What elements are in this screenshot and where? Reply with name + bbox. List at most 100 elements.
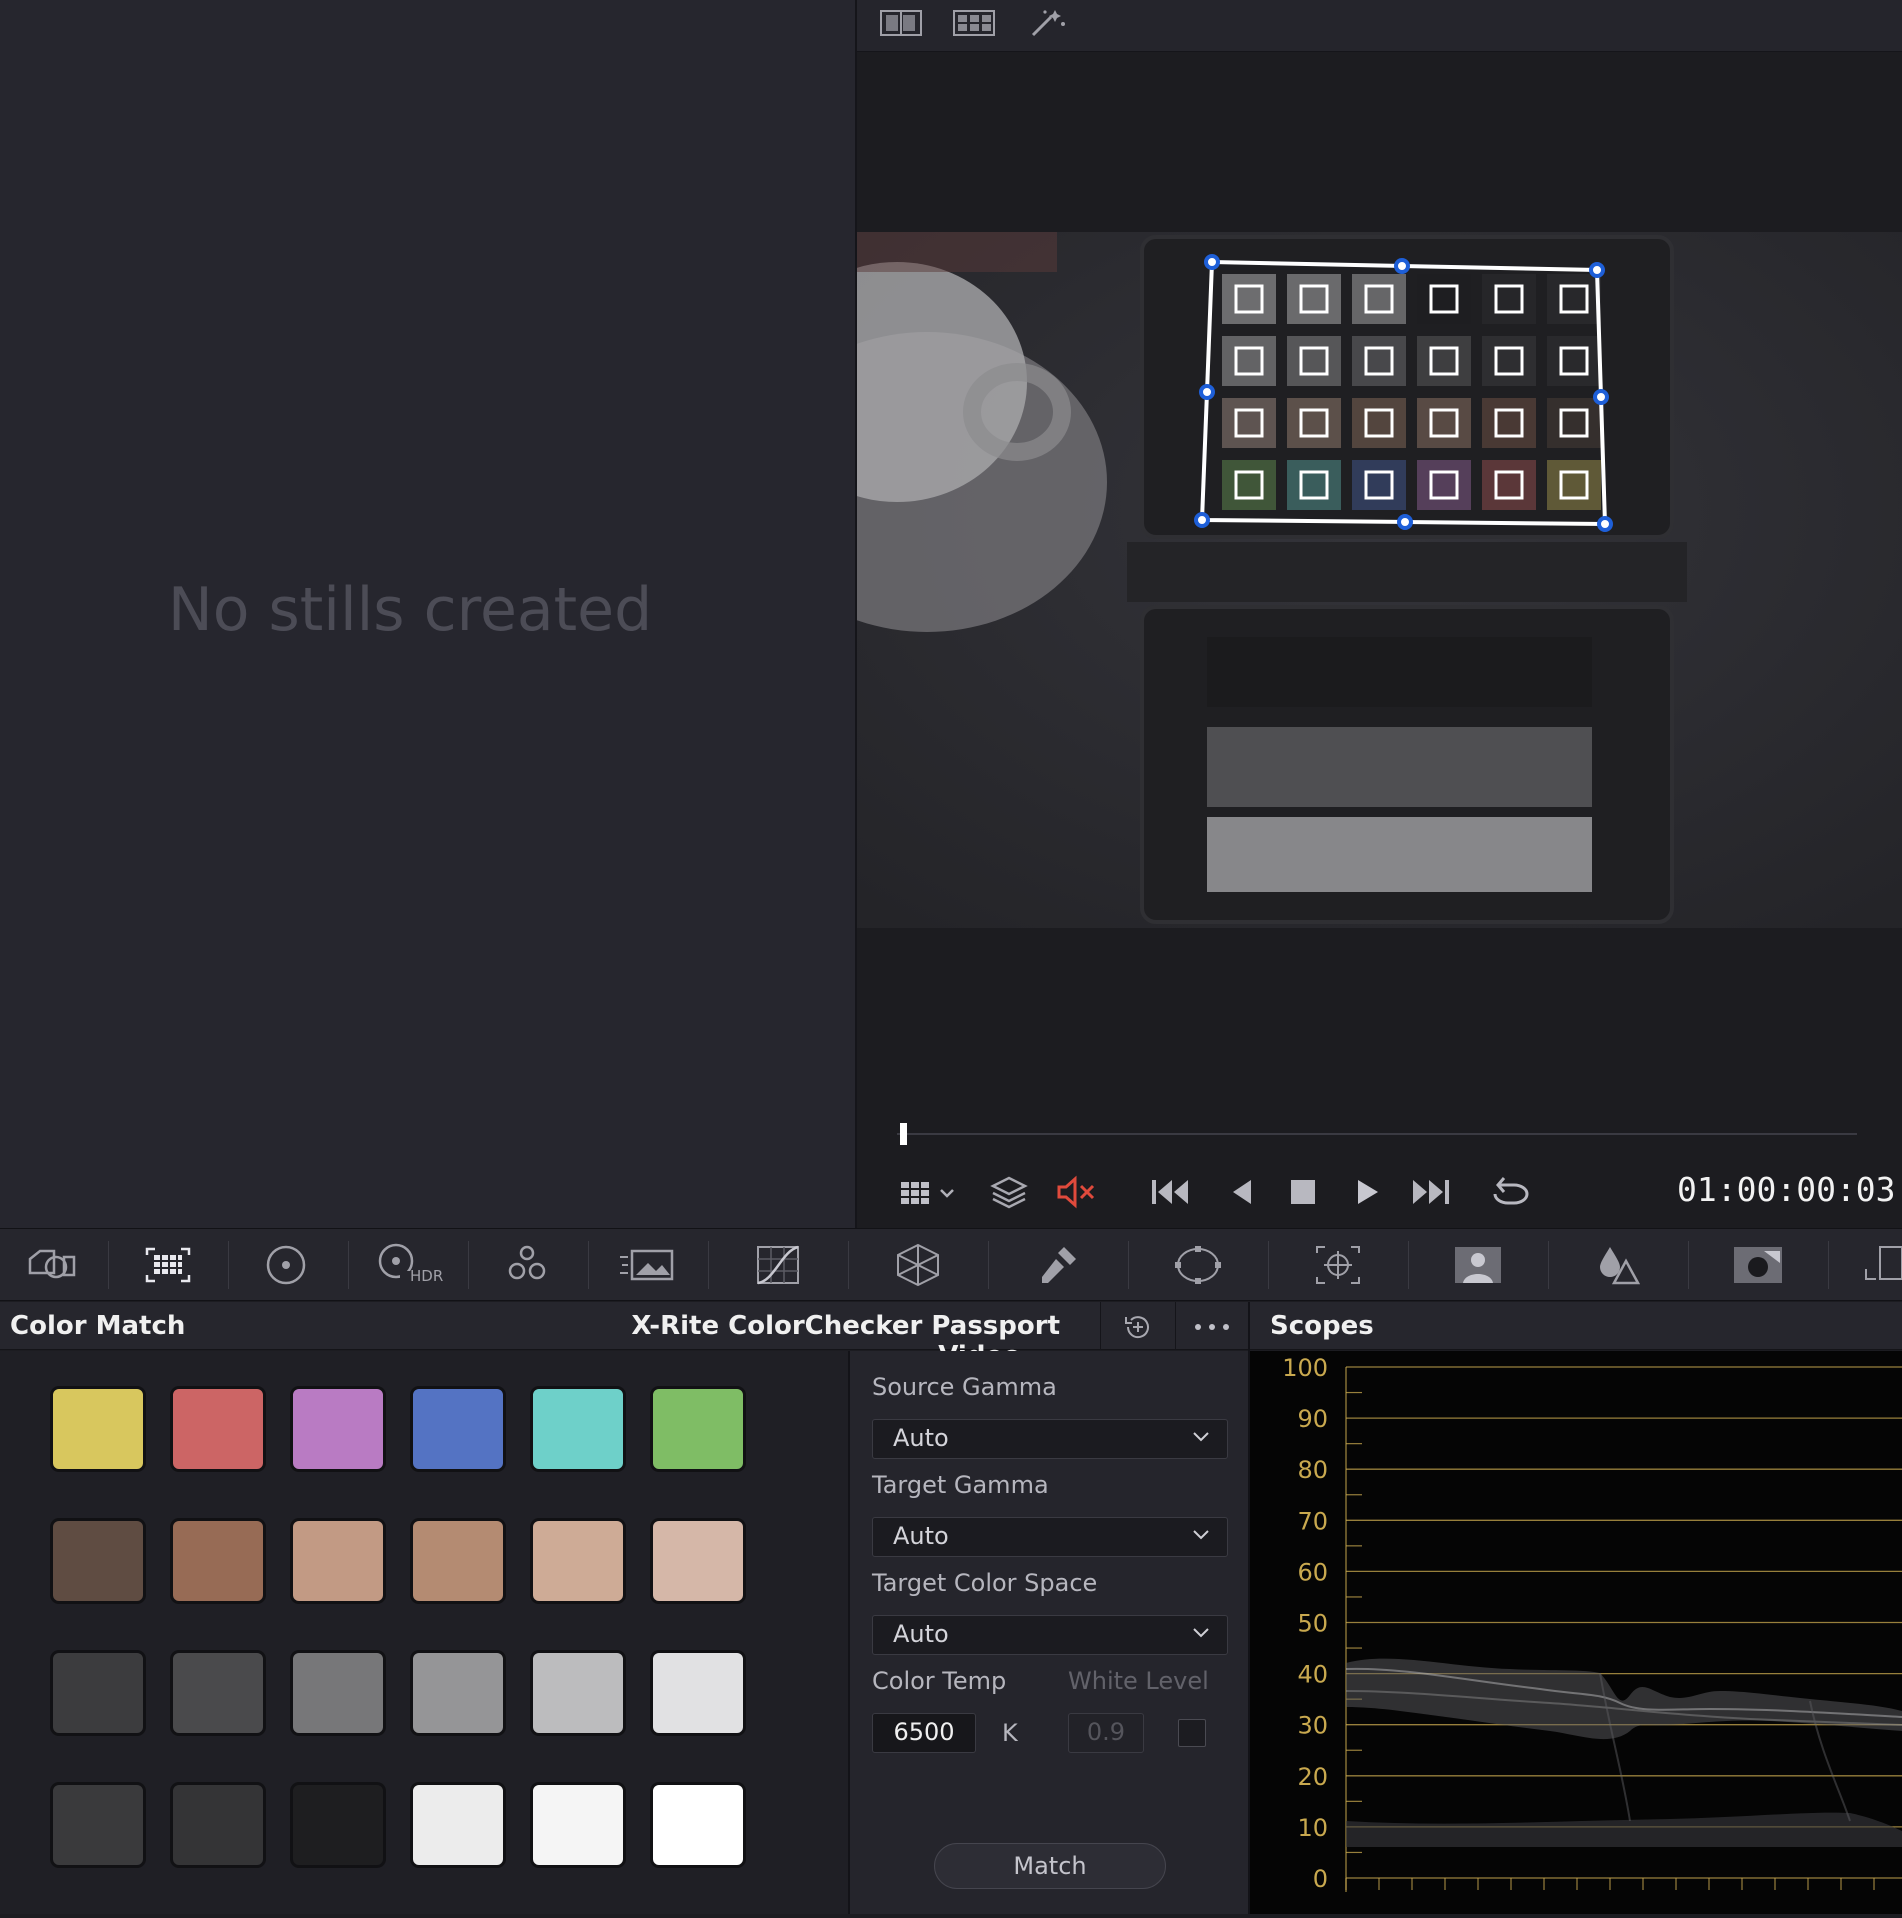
grid-view-icon[interactable] [952, 8, 996, 38]
chart-patch [1482, 460, 1536, 510]
stills-gallery[interactable]: No stills created [0, 0, 855, 1228]
go-to-start-icon[interactable] [1150, 1172, 1192, 1212]
qualifier-icon[interactable] [1008, 1237, 1108, 1293]
motion-effects-icon[interactable] [598, 1237, 698, 1293]
toolbar-separator [708, 1241, 709, 1289]
chart-patch [1417, 460, 1471, 510]
chart-patch [1482, 336, 1536, 386]
color-swatch[interactable] [50, 1518, 146, 1604]
color-swatch[interactable] [290, 1782, 386, 1868]
color-swatch[interactable] [170, 1386, 266, 1472]
scope-tick-label: 10 [1297, 1814, 1328, 1842]
stop-icon[interactable] [1287, 1172, 1319, 1212]
white-level-field[interactable]: 0.9 [1068, 1713, 1144, 1753]
rgb-mixer-icon[interactable] [478, 1237, 578, 1293]
color-swatch[interactable] [650, 1386, 746, 1472]
toolbar-separator [1128, 1241, 1129, 1289]
scope-tick-label: 30 [1297, 1712, 1328, 1740]
go-to-end-icon[interactable] [1409, 1172, 1451, 1212]
waveform-display: 1009080706050403020100 [1282, 1354, 1902, 1893]
previous-frame-icon[interactable] [1227, 1172, 1257, 1212]
sizing-icon[interactable] [1840, 1237, 1902, 1293]
chart-patch [1417, 274, 1471, 324]
color-swatch[interactable] [530, 1650, 626, 1736]
viewer-frame[interactable] [857, 232, 1902, 928]
color-swatch[interactable] [170, 1518, 266, 1604]
play-icon[interactable] [1352, 1172, 1382, 1212]
scope-tick-label: 50 [1297, 1610, 1328, 1638]
chart-patch [1222, 274, 1276, 324]
color-swatch[interactable] [530, 1386, 626, 1472]
waveform-scope[interactable]: 100 90 80 70 60 50 40 30 20 10 0 [1250, 1351, 1902, 1914]
color-swatch[interactable] [530, 1518, 626, 1604]
target-color-space-value: Auto [893, 1620, 949, 1648]
toolbar-separator [588, 1241, 589, 1289]
color-swatch[interactable] [170, 1782, 266, 1868]
scope-tick-label: 100 [1282, 1354, 1328, 1382]
scopes-title: Scopes [1270, 1311, 1374, 1341]
color-swatch[interactable] [650, 1518, 746, 1604]
chart-patch [1352, 336, 1406, 386]
mute-icon[interactable] [1055, 1172, 1097, 1212]
reset-icon[interactable] [1122, 1312, 1154, 1346]
loop-icon[interactable] [1487, 1172, 1531, 1212]
more-options-icon[interactable] [1192, 1312, 1232, 1346]
color-match-icon[interactable] [118, 1237, 218, 1293]
key-icon[interactable] [1708, 1237, 1808, 1293]
color-swatch[interactable] [530, 1782, 626, 1868]
color-swatch[interactable] [410, 1782, 506, 1868]
split-screen-icon[interactable] [879, 8, 923, 38]
source-gamma-value: Auto [893, 1424, 949, 1452]
color-swatch[interactable] [290, 1518, 386, 1604]
color-match-settings: Source Gamma Auto Target Gamma Auto Targ… [850, 1351, 1248, 1914]
toolbar-separator [1688, 1241, 1689, 1289]
header-separator [1175, 1302, 1176, 1350]
color-swatch[interactable] [650, 1650, 746, 1736]
color-swatch[interactable] [50, 1782, 146, 1868]
color-temp-field[interactable]: 6500 [872, 1713, 976, 1753]
color-match-header: Color Match X-Rite ColorChecker Passport… [0, 1302, 1248, 1371]
toolbar-separator [1828, 1241, 1829, 1289]
chart-patch [1547, 274, 1601, 324]
chevron-down-icon [1193, 1530, 1209, 1540]
scopes-header: Scopes [1250, 1302, 1902, 1350]
viewer-toolbar [857, 0, 1902, 52]
source-gamma-dropdown[interactable]: Auto [872, 1419, 1228, 1459]
color-swatch[interactable] [50, 1650, 146, 1736]
color-swatch[interactable] [410, 1386, 506, 1472]
primary-wheels-icon[interactable] [236, 1237, 336, 1293]
hdr-wheels-icon[interactable]: HDR [356, 1237, 456, 1293]
power-window-icon[interactable] [1148, 1237, 1248, 1293]
target-gamma-dropdown[interactable]: Auto [872, 1517, 1228, 1557]
target-color-space-dropdown[interactable]: Auto [872, 1615, 1228, 1655]
magic-wand-icon[interactable] [1025, 8, 1069, 38]
color-temp-unit: K [1002, 1719, 1018, 1747]
color-swatch[interactable] [290, 1650, 386, 1736]
curves-icon[interactable] [728, 1237, 828, 1293]
color-swatch[interactable] [410, 1650, 506, 1736]
scope-tick-label: 20 [1297, 1763, 1328, 1791]
layers-icon[interactable] [989, 1172, 1029, 1212]
playhead[interactable] [900, 1123, 907, 1145]
blur-icon[interactable] [1568, 1237, 1668, 1293]
chart-patch [1352, 398, 1406, 448]
chevron-down-icon [1193, 1432, 1209, 1442]
toolbar-separator [1268, 1241, 1269, 1289]
color-swatch[interactable] [290, 1386, 386, 1472]
toolbar-separator [848, 1241, 849, 1289]
color-swatch[interactable] [650, 1782, 746, 1868]
chart-patch [1547, 460, 1601, 510]
chart-patch [1547, 398, 1601, 448]
wipe-grid-icon[interactable] [899, 1172, 959, 1212]
scrub-bar[interactable] [897, 1133, 1857, 1135]
magic-mask-icon[interactable] [1428, 1237, 1528, 1293]
tracker-icon[interactable] [1288, 1237, 1388, 1293]
color-swatch[interactable] [50, 1386, 146, 1472]
color-swatch[interactable] [170, 1650, 266, 1736]
match-button[interactable]: Match [934, 1843, 1166, 1889]
color-warper-icon[interactable] [868, 1237, 968, 1293]
header-separator [1100, 1302, 1101, 1350]
camera-raw-icon[interactable] [0, 1237, 100, 1293]
white-level-checkbox[interactable] [1178, 1719, 1206, 1747]
color-swatch[interactable] [410, 1518, 506, 1604]
